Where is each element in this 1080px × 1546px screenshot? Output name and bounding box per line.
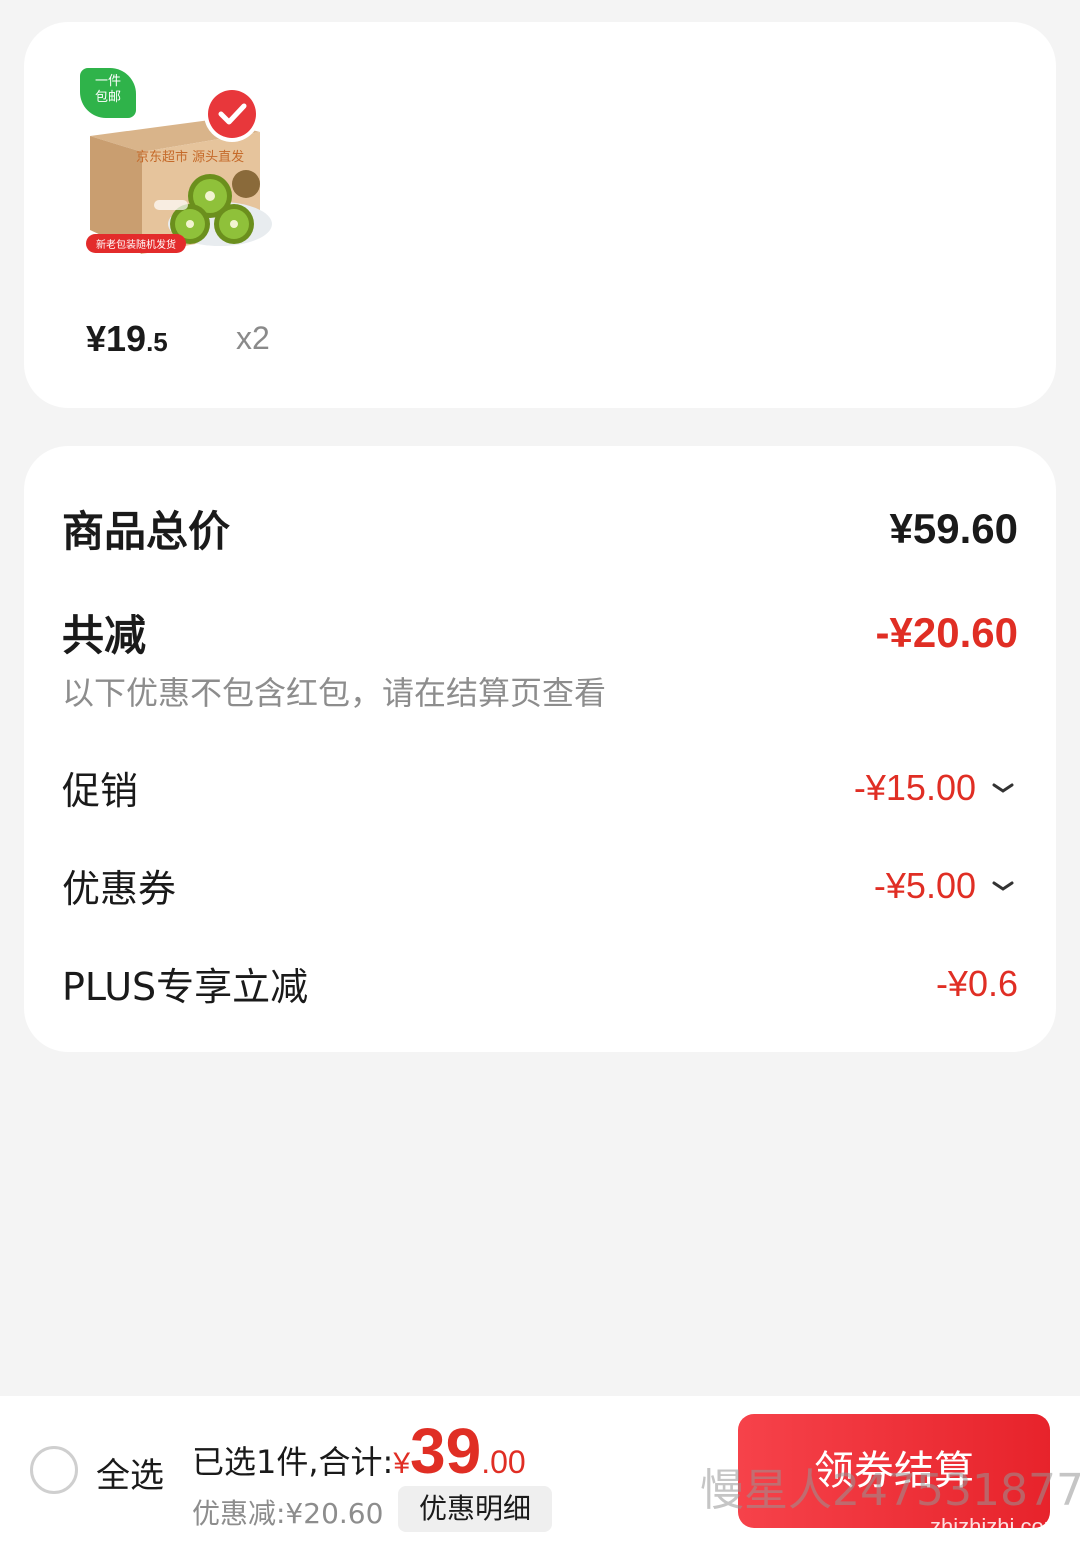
plus-discount-row: PLUS专享立减 -¥0.6 <box>62 956 1018 1011</box>
promotion-value: -¥15.00 <box>853 766 976 808</box>
price-decimal: .5 <box>146 327 168 357</box>
box-brand-text: 京东超市 源头直发 <box>136 150 245 165</box>
discount-detail-button[interactable]: 优惠明细 <box>398 1486 552 1532</box>
plus-discount-label: PLUS专享立减 <box>62 965 309 1009</box>
product-price: ¥19 .5 <box>86 318 168 360</box>
price-integer: ¥19 <box>86 318 147 359</box>
discount-amount: 优惠减:¥20.60 <box>192 1497 384 1530</box>
total-integer: 39 <box>410 1415 482 1487</box>
price-summary-card: 商品总价 ¥59.60 共减 -¥20.60 以下优惠不包含红包，请在结算页查看… <box>24 446 1056 1052</box>
selected-count-label: 已选1件,合计: <box>192 1443 394 1481</box>
chevron-down-icon[interactable] <box>988 778 1018 798</box>
product-image[interactable]: 京东超市 源头直发 一件 包邮 新老包装随机发货 <box>80 68 276 264</box>
total-currency: ¥ <box>393 1447 411 1480</box>
promotion-value-wrap: -¥15.00 <box>854 767 1018 809</box>
checkout-button[interactable]: 领券结算 <box>738 1414 1050 1528</box>
select-all-checkbox[interactable] <box>30 1446 78 1494</box>
promotion-row[interactable]: 促销 -¥15.00 <box>62 760 1018 815</box>
total-price-value: ¥59.60 <box>889 504 1018 552</box>
coupon-value-wrap: -¥5.00 <box>874 865 1018 907</box>
coupon-value: -¥5.00 <box>873 864 976 906</box>
reduced-row: 共减 -¥20.60 <box>62 602 1018 663</box>
badge-line-2: 包邮 <box>94 90 121 105</box>
total-decimal: .00 <box>481 1444 526 1480</box>
free-shipping-badge: 一件 包邮 <box>80 68 136 118</box>
selected-check-icon[interactable] <box>208 90 256 138</box>
promotion-label: 促销 <box>62 769 139 813</box>
total-price-row: 商品总价 ¥59.60 <box>62 498 1018 559</box>
select-all-label[interactable]: 全选 <box>96 1448 164 1497</box>
total-line: 已选1件,合计: ¥ 39 .00 <box>192 1414 526 1488</box>
coupon-row[interactable]: 优惠券 -¥5.00 <box>62 858 1018 913</box>
coupon-label: 优惠券 <box>62 867 177 911</box>
pack-note: 新老包装随机发货 <box>86 234 186 253</box>
total-price-label: 商品总价 <box>62 507 231 556</box>
discount-note: 以下优惠不包含红包，请在结算页查看 <box>62 674 607 712</box>
reduced-value: -¥20.60 <box>875 608 1018 656</box>
reduced-label: 共减 <box>62 611 147 660</box>
product-quantity: x2 <box>236 320 270 356</box>
chevron-down-icon[interactable] <box>988 876 1018 896</box>
checkout-bar: 全选 已选1件,合计: ¥ 39 .00 优惠减:¥20.60 优惠明细 领券结… <box>0 1396 1080 1546</box>
product-card: 京东超市 源头直发 一件 包邮 新老包装随机发货 ¥19 .5 x2 <box>24 22 1056 408</box>
plus-discount-value: -¥0.6 <box>935 962 1018 1004</box>
badge-line-1: 一件 <box>94 74 121 89</box>
